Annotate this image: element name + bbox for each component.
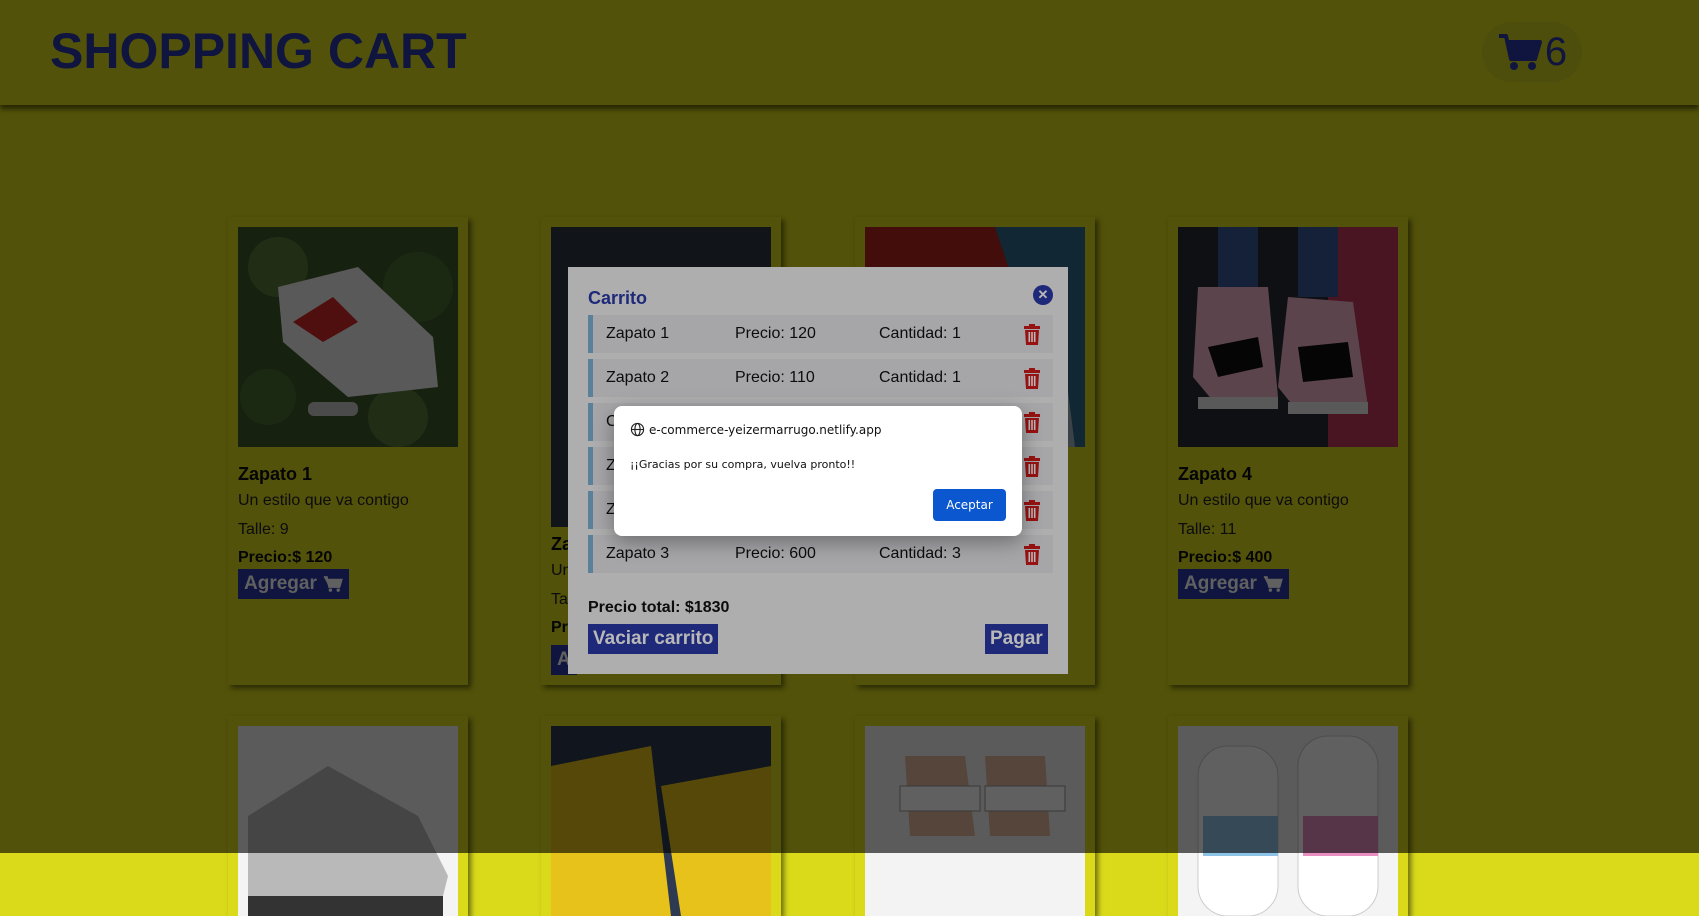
alert-accept-button[interactable]: Aceptar [933,489,1006,521]
browser-alert-dialog: e-commerce-yeizermarrugo.netlify.app ¡¡G… [614,406,1022,536]
alert-message: ¡¡Gracias por su compra, vuelva pronto!! [630,458,856,471]
globe-icon [630,422,645,437]
alert-origin-text: e-commerce-yeizermarrugo.netlify.app [649,422,882,437]
alert-origin: e-commerce-yeizermarrugo.netlify.app [630,422,881,437]
